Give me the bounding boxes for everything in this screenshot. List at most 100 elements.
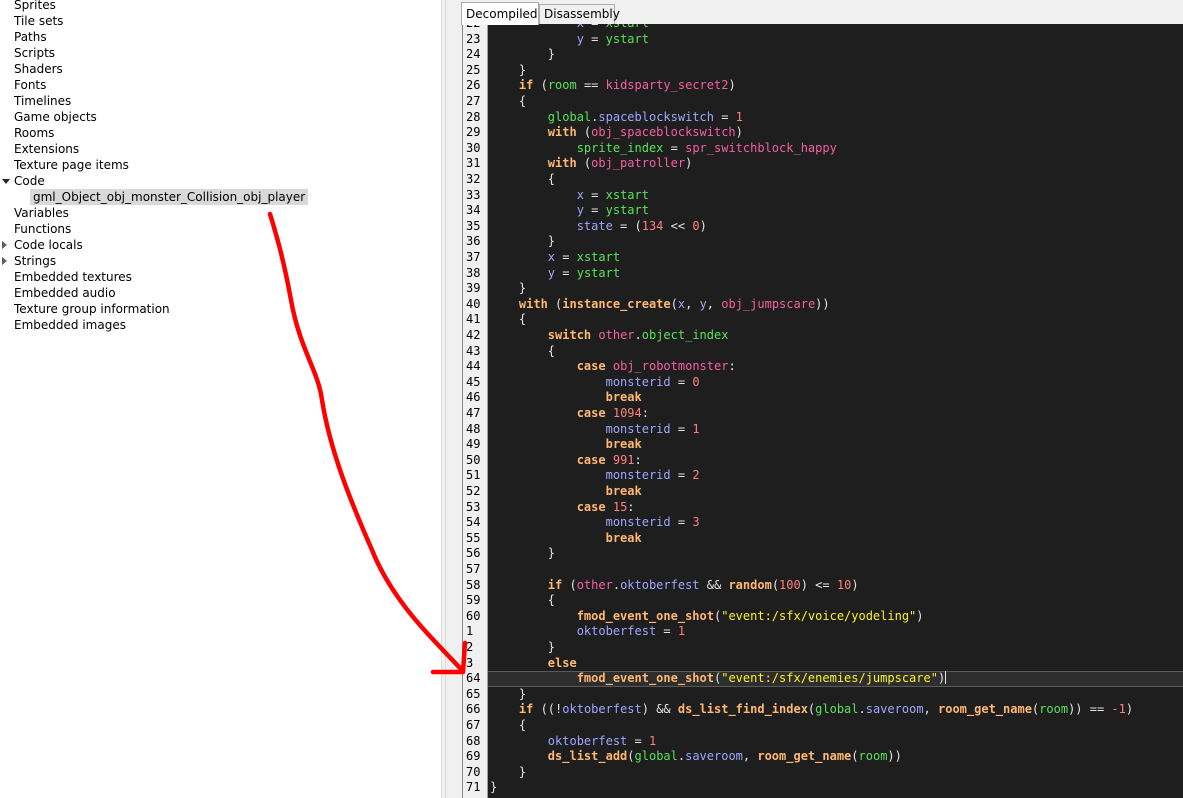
code-token: fmod_event_one_shot (576, 671, 714, 686)
code-line[interactable]: y = ystart (490, 266, 620, 282)
project-tree: Sprites Tile sets Paths Scripts Shaders Fonts… (0, 0, 441, 798)
code-token: ystart (605, 203, 649, 218)
code-line[interactable]: else (490, 656, 577, 672)
code-line[interactable]: fmod_event_one_shot("event:/sfx/enemies/… (490, 671, 947, 687)
code-line[interactable]: { (490, 312, 526, 328)
code-line[interactable]: y = ystart (490, 32, 649, 48)
code-line[interactable]: oktoberfest = 1 (490, 734, 656, 750)
code-line[interactable]: monsterid = 1 (490, 422, 700, 438)
code-line[interactable]: switch other.object_index (490, 328, 729, 344)
tree-item[interactable]: Texture page items (0, 157, 441, 173)
line-number: 58 (466, 577, 481, 592)
tree-item[interactable]: Scripts (0, 45, 441, 61)
code-line[interactable]: with (instance_create(x, y, obj_jumpscar… (490, 297, 830, 313)
code-token: fmod_event_one_shot (576, 608, 714, 623)
code-line[interactable]: case 991: (490, 453, 642, 469)
code-line[interactable]: ds_list_add(global.saveroom, room_get_na… (490, 749, 902, 765)
line-number: 32 (466, 172, 481, 186)
tree-item[interactable]: Functions (0, 221, 441, 237)
code-line[interactable]: { (490, 593, 555, 609)
code-line[interactable]: break (490, 484, 642, 500)
code-line[interactable]: with (obj_spaceblockswitch) (490, 125, 743, 141)
tree-item[interactable]: Strings (0, 253, 441, 269)
code-line[interactable]: { (490, 344, 555, 360)
code-line[interactable]: oktoberfest = 1 (490, 624, 685, 640)
code-line[interactable]: } (490, 780, 497, 796)
code-line[interactable]: { (490, 172, 555, 188)
code-line[interactable]: } (490, 47, 555, 63)
tree-item[interactable]: Paths (0, 29, 441, 45)
code-token: } (490, 686, 527, 701)
code-line[interactable]: state = (134 << 0) (490, 219, 707, 235)
tree-item[interactable]: Embedded audio (0, 285, 441, 301)
tree-item[interactable]: Game objects (0, 109, 441, 125)
tree-item[interactable]: gml_Object_obj_monster_Collision_obj_pla… (0, 189, 441, 205)
code-token: = (663, 140, 686, 155)
line-number: 50 (466, 452, 481, 467)
code-line[interactable]: monsterid = 0 (490, 375, 700, 391)
tree-item[interactable]: Embedded images (0, 317, 441, 333)
collapsed-arrow-icon[interactable] (2, 257, 7, 265)
code-token: == (576, 78, 606, 93)
code-line[interactable]: if (other.oktoberfest && random(100) <= … (490, 578, 859, 594)
code-line[interactable]: case 15: (490, 500, 635, 516)
code-line[interactable]: with (obj_patroller) (490, 156, 693, 172)
code-line[interactable]: case 1094: (490, 406, 649, 422)
code-line[interactable]: x = xstart (490, 250, 620, 266)
tree-item[interactable]: Rooms (0, 125, 441, 141)
code-line[interactable]: fmod_event_one_shot("event:/sfx/voice/yo… (490, 609, 924, 625)
code-line[interactable]: break (490, 390, 642, 406)
tree-item[interactable]: Variables (0, 205, 441, 221)
code-line[interactable]: } (490, 63, 526, 79)
code-line[interactable]: } (490, 765, 526, 781)
code-line[interactable]: break (490, 531, 642, 547)
code-line[interactable]: monsterid = 2 (490, 468, 700, 484)
code-line[interactable]: sprite_index = spr_switchblock_happy (490, 141, 837, 157)
tree-item-label: Shaders (14, 62, 63, 76)
tree-item[interactable]: Shaders (0, 61, 441, 77)
tab-decompiled[interactable]: Decompiled (461, 2, 539, 25)
tree-item[interactable]: Timelines (0, 93, 441, 109)
code-line[interactable]: { (490, 718, 526, 734)
code-line[interactable]: case obj_robotmonster: (490, 359, 736, 375)
code-line[interactable]: } (490, 640, 555, 656)
code-line[interactable]: if (room == kidsparty_secret2) (490, 78, 736, 94)
code-line[interactable]: global.spaceblockswitch = 1 (490, 110, 743, 126)
code-token: , (923, 702, 938, 717)
tree-item[interactable]: Texture group information (0, 301, 441, 317)
code-line[interactable]: } (490, 687, 526, 703)
code-line[interactable]: monsterid = 3 (490, 515, 700, 531)
tree-item[interactable]: Fonts (0, 77, 441, 93)
tree-item[interactable]: Sprites (0, 0, 441, 13)
code-line[interactable]: } (490, 546, 555, 562)
code-line[interactable]: { (490, 94, 526, 110)
tree-item[interactable]: Code locals (0, 237, 441, 253)
code-line[interactable]: break (490, 437, 642, 453)
code-line[interactable]: } (490, 281, 526, 297)
tree-item-label: Code (14, 174, 45, 188)
line-number: 42 (466, 328, 481, 342)
code-token: x (547, 250, 556, 264)
line-number: 53 (466, 499, 481, 514)
code-editor[interactable]: 2223242526272829303132333435363738394041… (462, 24, 1183, 798)
tree-item[interactable]: Tile sets (0, 13, 441, 29)
code-line[interactable]: } (490, 234, 555, 250)
tree-item[interactable]: Code (0, 173, 441, 189)
tab-disassembly[interactable]: Disassembly (539, 4, 620, 24)
code-line[interactable]: y = ystart (490, 203, 649, 219)
tree-item[interactable]: Extensions (0, 141, 441, 157)
code-line[interactable]: x = xstart (490, 188, 649, 204)
code-token: && (699, 577, 729, 592)
collapsed-arrow-icon[interactable] (2, 241, 7, 249)
tree-item[interactable]: Embedded textures (0, 269, 441, 285)
expanded-arrow-icon[interactable] (2, 179, 10, 184)
code-token: kidsparty_secret2 (605, 78, 729, 93)
code-token: = (656, 624, 678, 639)
code-line[interactable]: if ((!oktoberfest) && ds_list_find_index… (490, 702, 1133, 718)
